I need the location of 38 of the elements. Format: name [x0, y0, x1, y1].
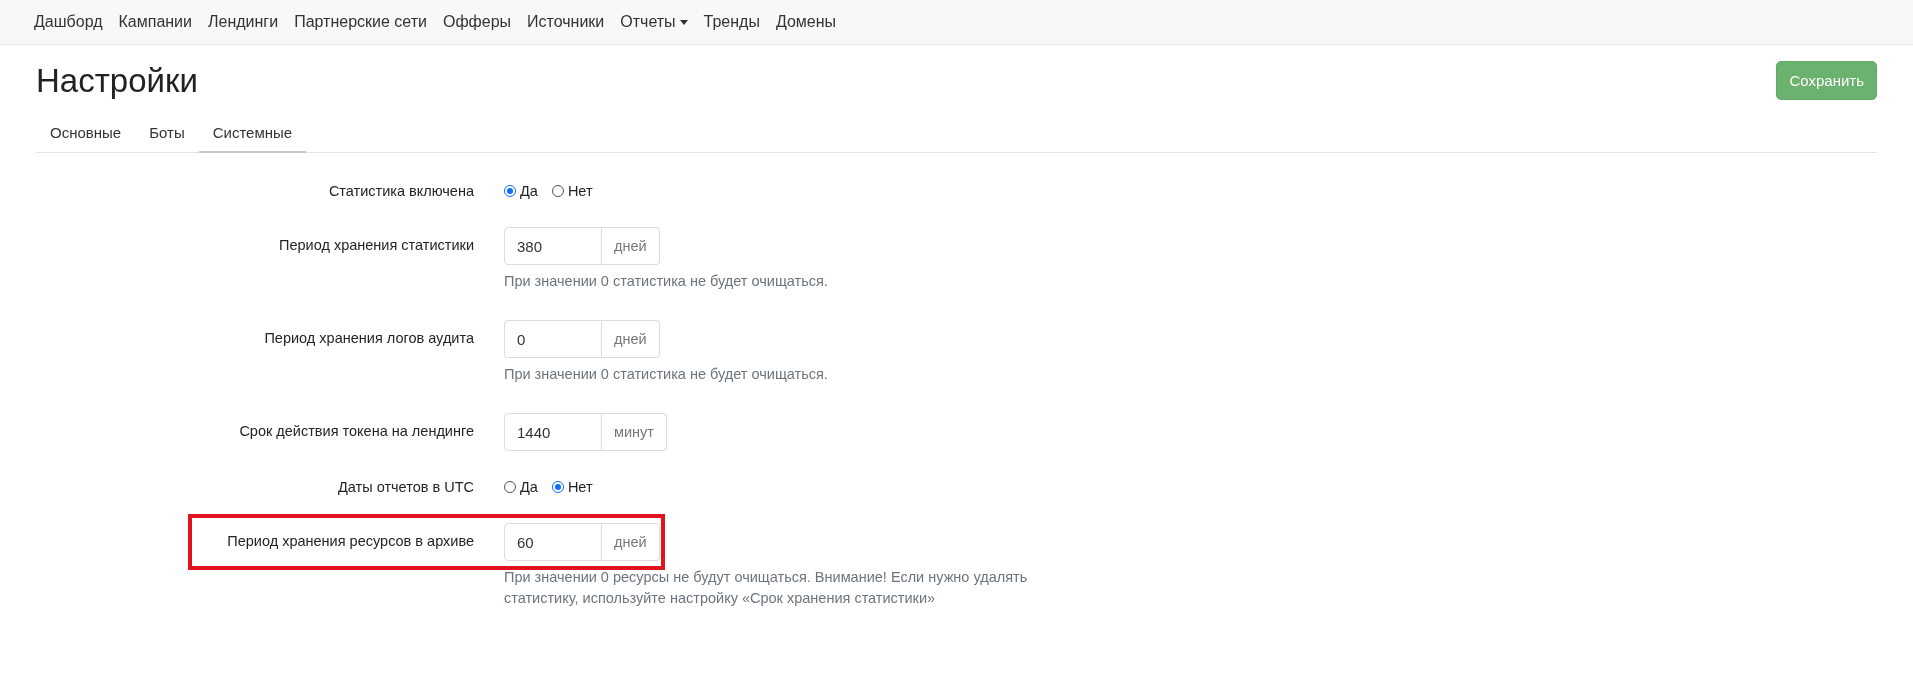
nav-link[interactable]: Домены: [767, 13, 845, 31]
field-label: Период хранения логов аудита: [263, 329, 474, 346]
help-text: При значении 0 статистика не будет очищаться.: [504, 272, 828, 291]
radio-label: Да: [520, 479, 538, 496]
nav-link[interactable]: Кампании: [110, 13, 200, 31]
number-input[interactable]: 60: [504, 523, 602, 562]
field-label: Статистика включена: [327, 183, 474, 199]
radio-button[interactable]: [504, 185, 516, 197]
nav-link[interactable]: Дашборд: [26, 13, 111, 31]
nav-link[interactable]: Лендинги: [200, 13, 287, 31]
unit-addon: минут: [602, 413, 667, 452]
number-input[interactable]: 0: [504, 320, 602, 358]
unit-addon: дней: [602, 320, 660, 358]
nav-link[interactable]: Отчеты: [612, 13, 696, 31]
nav-link[interactable]: Источники: [519, 13, 613, 31]
field-label: Срок действия токена на лендинге: [238, 422, 474, 440]
radio-button[interactable]: [551, 185, 564, 197]
tab[interactable]: Боты: [135, 112, 199, 153]
nav-link[interactable]: Офферы: [434, 13, 520, 31]
nav-link[interactable]: Тренды: [695, 13, 768, 31]
field-label: Период хранения ресурсов в архиве: [226, 532, 474, 550]
tab[interactable]: Системные: [198, 112, 307, 153]
tab[interactable]: Основные: [36, 112, 136, 153]
field-label: Даты отчетов в UTC: [337, 479, 474, 496]
help-text: При значении 0 статистика не будет очищаться.: [504, 365, 828, 384]
help-text: При значении 0 ресурсы не будут очищаться. Внимание! Если нужно удалять статистику, используйте настройку «Срок хранения статистики»: [504, 568, 1029, 609]
radio-button[interactable]: [551, 481, 564, 494]
nav-link[interactable]: Партнерские сети: [286, 13, 435, 31]
unit-addon: дней: [602, 523, 660, 562]
page-title: Настройки: [36, 61, 198, 100]
number-input[interactable]: 1440: [504, 413, 602, 452]
field-label: Период хранения статистики: [278, 236, 474, 253]
radio-label: Нет: [567, 183, 593, 199]
number-input[interactable]: 380: [504, 227, 602, 265]
radio-button[interactable]: [504, 481, 516, 494]
unit-addon: дней: [602, 227, 660, 265]
radio-label: Нет: [567, 479, 593, 496]
radio-label: Да: [520, 183, 538, 199]
